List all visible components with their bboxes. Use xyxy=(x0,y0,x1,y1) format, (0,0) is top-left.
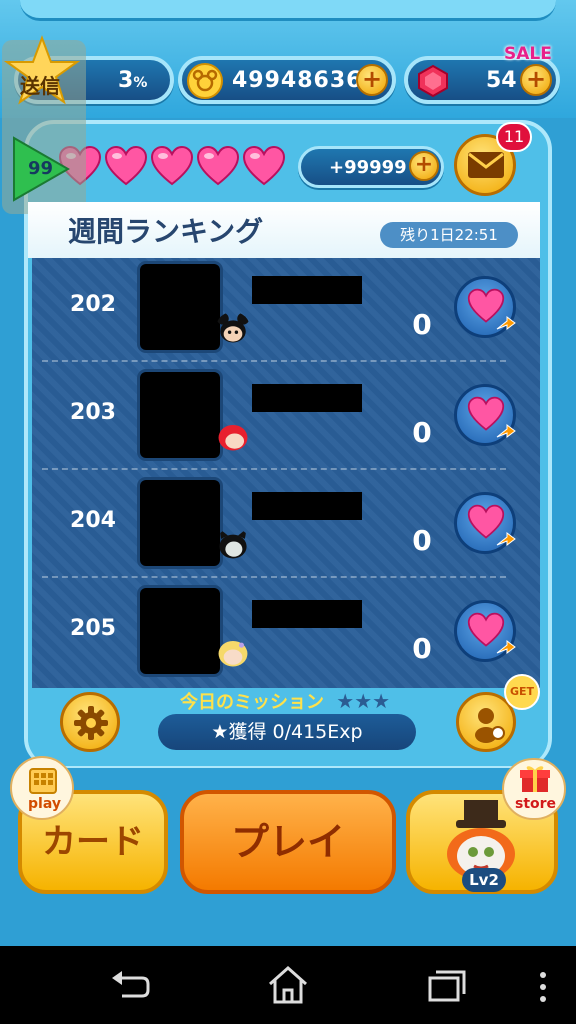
ranking-timer-text: 残り1日22:51 xyxy=(400,226,498,244)
mail-badge: 11 xyxy=(496,122,532,152)
player-score: 0 xyxy=(412,632,432,665)
sale-badge: SALE xyxy=(504,44,552,64)
buy-hearts-button[interactable]: + xyxy=(409,151,439,181)
home-icon[interactable] xyxy=(266,964,310,1006)
gem-icon xyxy=(418,64,448,98)
extra-hearts-counter: +99999 + xyxy=(298,146,444,188)
gear-icon xyxy=(74,706,108,740)
mickey-tsum-icon xyxy=(216,312,250,343)
exp-percent: 3 xyxy=(118,68,134,93)
send-heart-button[interactable] xyxy=(454,600,516,662)
arrow-icon xyxy=(496,640,516,654)
coin-value: 49948636 xyxy=(232,68,363,93)
get-badge-text: GET xyxy=(509,685,535,698)
player-score: 0 xyxy=(412,416,432,449)
coin-icon xyxy=(187,63,223,99)
player-level: 99 xyxy=(28,158,54,179)
store-label: store xyxy=(515,796,557,812)
send-heart-button[interactable] xyxy=(454,276,516,338)
mail-icon xyxy=(468,152,504,178)
friend-add-icon xyxy=(475,708,505,743)
rank-number: 203 xyxy=(70,400,116,425)
send-label[interactable]: 送信 xyxy=(20,70,60,99)
back-icon[interactable] xyxy=(108,968,152,1004)
play-button-label: プレイ xyxy=(230,820,345,864)
buy-coins-button[interactable]: + xyxy=(356,64,388,96)
arrow-icon xyxy=(496,424,516,438)
mission-stars: ★★★ xyxy=(336,689,391,713)
player-score: 0 xyxy=(412,308,432,341)
heart-icon xyxy=(150,146,194,186)
ranking-row: 204 0 xyxy=(32,474,540,582)
extra-hearts-value: +99999 xyxy=(329,157,407,178)
rank-number: 202 xyxy=(70,292,116,317)
card-badge-text: play xyxy=(28,796,61,812)
gem-value: 54 xyxy=(486,68,517,93)
rapunzel-tsum-icon xyxy=(218,640,248,667)
ranking-row: 202 0 xyxy=(32,258,540,366)
player-name xyxy=(252,276,362,304)
player-score: 0 xyxy=(412,524,432,557)
ariel-tsum-icon xyxy=(218,424,248,451)
get-badge: GET xyxy=(504,674,540,710)
arrow-icon xyxy=(496,316,516,330)
ranking-timer: 残り1日22:51 xyxy=(380,222,518,248)
player-name xyxy=(252,492,362,520)
hearts-row xyxy=(58,146,298,186)
mission-title-text: 今日のミッション xyxy=(180,692,324,713)
avatar xyxy=(140,372,220,458)
bingo-card-icon xyxy=(29,768,57,794)
mail-badge-count: 11 xyxy=(503,127,525,146)
mission-progress[interactable]: ★獲得 0/415Exp xyxy=(158,714,416,750)
level-badge: Lv2 xyxy=(462,868,506,892)
avatar xyxy=(140,480,220,566)
rank-number: 204 xyxy=(70,508,116,533)
coin-counter: 49948636 + xyxy=(178,56,396,104)
store-button[interactable]: store xyxy=(502,758,566,820)
heart-icon xyxy=(196,146,240,186)
player-name xyxy=(252,384,362,412)
exp-unit: % xyxy=(133,75,148,91)
settings-button[interactable] xyxy=(60,692,120,752)
send-heart-button[interactable] xyxy=(454,492,516,554)
row-divider xyxy=(42,468,506,470)
ranking-title: 週間ランキング xyxy=(68,215,264,248)
menu-icon[interactable] xyxy=(536,970,550,1004)
send-heart-button[interactable] xyxy=(454,384,516,446)
avatar xyxy=(140,264,220,350)
gift-icon xyxy=(520,766,550,792)
play-button[interactable]: プレイ xyxy=(180,790,396,894)
maleficent-tsum-icon xyxy=(219,528,247,559)
buy-gems-button[interactable]: + xyxy=(520,64,552,96)
rank-number: 205 xyxy=(70,616,116,641)
card-play-badge[interactable]: play xyxy=(10,756,74,820)
heart-icon xyxy=(242,146,286,186)
heart-icon xyxy=(104,146,148,186)
row-divider xyxy=(42,360,506,362)
recents-icon[interactable] xyxy=(426,968,468,1004)
mission-title: 今日のミッション ★★★ xyxy=(180,688,390,714)
row-divider xyxy=(42,576,506,578)
player-name xyxy=(252,600,362,628)
ranking-row: 203 0 xyxy=(32,366,540,474)
ranking-row: 205 0 xyxy=(32,582,540,690)
card-button-label: カード xyxy=(42,822,144,862)
arrow-icon xyxy=(496,532,516,546)
avatar xyxy=(140,588,220,674)
